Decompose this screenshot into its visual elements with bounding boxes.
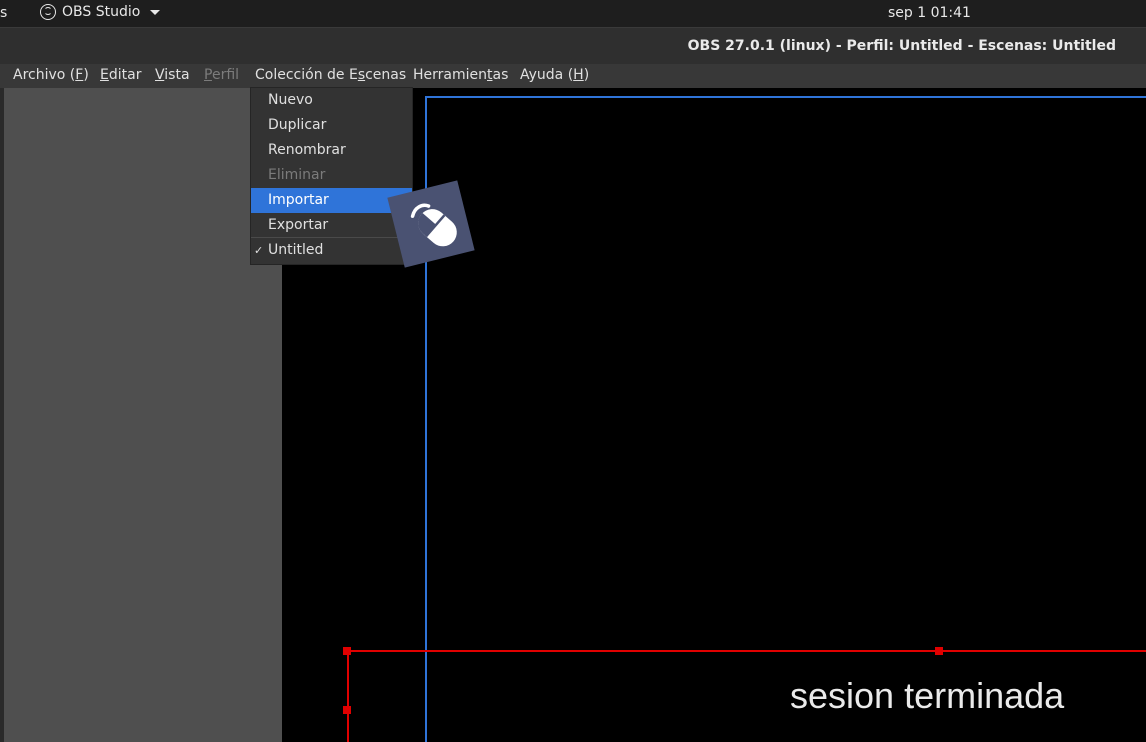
checkmark-icon: ✓ bbox=[254, 244, 264, 257]
window-title: OBS 27.0.1 (linux) - Perfil: Untitled - … bbox=[687, 38, 1116, 54]
menu-item-exportar[interactable]: Exportar bbox=[251, 213, 412, 238]
menu-item-eliminar: Eliminar bbox=[268, 167, 326, 183]
menu-ayuda[interactable]: Ayuda (H) bbox=[520, 67, 589, 83]
menu-item-untitled[interactable]: ✓ Untitled bbox=[251, 238, 412, 263]
activities-button[interactable]: s bbox=[0, 5, 7, 21]
caret-down-icon bbox=[150, 9, 161, 15]
scenes-panel-area bbox=[4, 88, 282, 742]
menu-vista[interactable]: Vista bbox=[155, 67, 190, 83]
scene-collection-dropdown: Nuevo Duplicar Renombrar Eliminar Import… bbox=[250, 87, 413, 265]
resize-handle-top-center[interactable] bbox=[935, 647, 943, 655]
system-top-bar: s OBS Studio sep 1 01:41 bbox=[0, 0, 1146, 27]
menu-bar: Archivo (F) Editar Vista Perfil Colecció… bbox=[0, 64, 1146, 88]
menu-item-nuevo[interactable]: Nuevo bbox=[251, 88, 412, 113]
menu-item-renombrar[interactable]: Renombrar bbox=[251, 138, 412, 163]
text-source-label: sesion terminada bbox=[790, 675, 1065, 716]
menu-editar[interactable]: Editar bbox=[100, 67, 141, 83]
app-menu-button[interactable]: OBS Studio bbox=[40, 4, 161, 20]
resize-handle-middle-left[interactable] bbox=[343, 706, 351, 714]
resize-handle-top-left[interactable] bbox=[343, 647, 351, 655]
obs-logo-icon bbox=[40, 4, 56, 20]
menu-perfil: Perfil bbox=[204, 67, 240, 83]
source-bounding-box-top bbox=[347, 650, 1146, 652]
app-name: OBS Studio bbox=[62, 4, 141, 20]
window-title-bar[interactable]: OBS 27.0.1 (linux) - Perfil: Untitled - … bbox=[0, 27, 1146, 65]
menu-coleccion-de-escenas[interactable]: Colección de Escenas bbox=[255, 67, 406, 83]
menu-herramientas[interactable]: Herramientas bbox=[413, 67, 508, 83]
canvas-border-top bbox=[425, 96, 1146, 98]
clock[interactable]: sep 1 01:41 bbox=[888, 5, 971, 21]
source-bounding-box-left bbox=[347, 650, 349, 742]
menu-archivo[interactable]: Archivo (F) bbox=[13, 67, 89, 83]
menu-item-duplicar[interactable]: Duplicar bbox=[251, 113, 412, 138]
